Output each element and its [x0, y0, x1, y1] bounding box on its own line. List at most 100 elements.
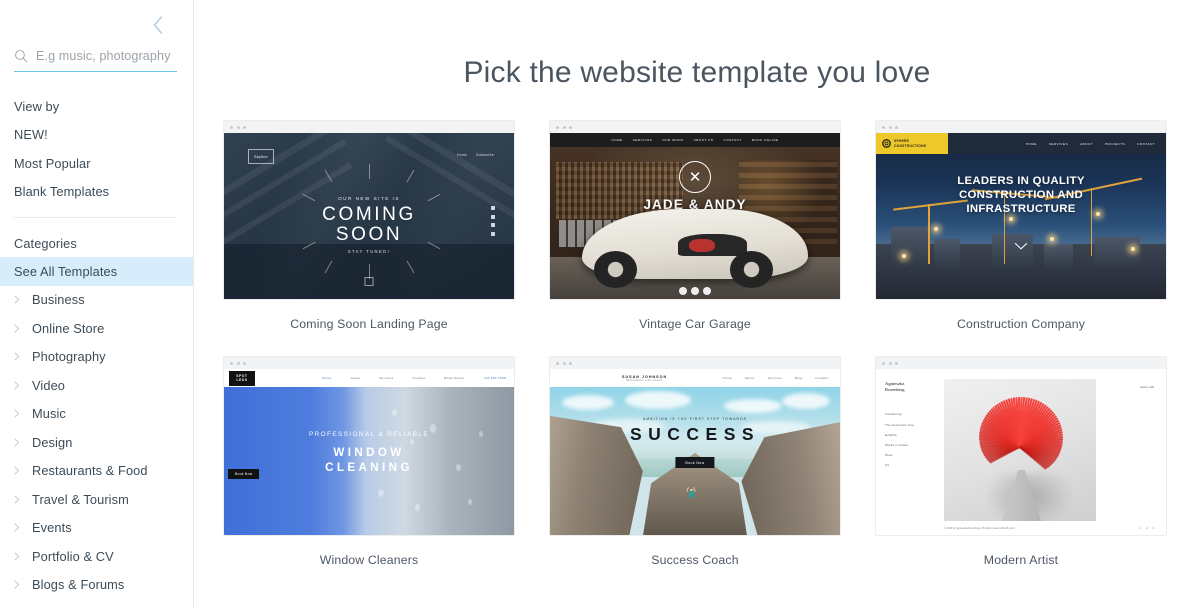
preview-background: Skyline Home Subscribe OUR NEW SITE IS C… [224, 133, 514, 299]
browser-chrome-bar [550, 121, 840, 133]
preview-subtitle: STAY TUNED! [347, 249, 391, 254]
sidebar-item-photography[interactable]: Photography [0, 343, 193, 372]
browser-dot-icon [888, 361, 892, 365]
sidebar-item-portfolio-cv[interactable]: Portfolio & CV [0, 542, 193, 571]
view-by-section: View by NEW! Most Popular Blank Template… [0, 92, 193, 206]
wrench-logo-icon: ✕ [679, 161, 711, 193]
template-picker-page: View by NEW! Most Popular Blank Template… [0, 0, 1200, 607]
sidebar-item-label: Events [32, 520, 72, 536]
preview-right-link: News / EN [1140, 385, 1154, 389]
sidebar-item-design[interactable]: Design [0, 428, 193, 457]
browser-dot-icon [562, 361, 566, 365]
template-thumbnail[interactable]: SPHERE CONSTRUCTIONS HOME SERVICES ABOUT… [875, 120, 1167, 300]
template-thumbnail[interactable]: HOME SERVICES OUR WORK ABOUT US CONTACT … [549, 120, 841, 300]
preview-background: HOME SERVICES OUR WORK ABOUT US CONTACT … [550, 133, 840, 299]
chevron-right-icon [14, 438, 27, 447]
sidebar-item-video[interactable]: Video [0, 371, 193, 400]
search-input[interactable] [36, 48, 177, 63]
sidebar-item-online-store[interactable]: Online Store [0, 314, 193, 343]
nav-item: Home [457, 153, 468, 157]
artist-name-line-1: Agnieszka [885, 381, 905, 386]
sidebar-item-most-popular[interactable]: Most Popular [0, 149, 193, 178]
nav-item: Home [722, 376, 732, 380]
sidebar-item-label: Portfolio & CV [32, 548, 114, 564]
browser-chrome-bar [876, 121, 1166, 133]
search-bar[interactable] [14, 46, 177, 72]
template-card-window-cleaners[interactable]: SPOT LESS Home About Services Contact Bo… [223, 356, 515, 592]
preview-title: SUCCESS [629, 424, 761, 444]
preview-nav: HOME SERVICES OUR WORK ABOUT US CONTACT … [550, 133, 840, 147]
sidebar-item-travel-tourism[interactable]: Travel & Tourism [0, 485, 193, 514]
template-card-success-coach[interactable]: SUSAN JOHNSON Motivation Life Coach Home… [549, 356, 841, 592]
main-content: Pick the website template you love Skyli… [194, 0, 1200, 607]
template-thumbnail[interactable]: Skyline Home Subscribe OUR NEW SITE IS C… [223, 120, 515, 300]
template-preview: Agnieszka Rosenberg Introducing The Geom… [876, 369, 1166, 535]
sidebar-item-label: See All Templates [14, 263, 118, 279]
social-icons [679, 287, 711, 295]
sidebar-item-business[interactable]: Business [0, 286, 193, 315]
browser-chrome-bar [876, 357, 1166, 369]
pinterest-icon [691, 287, 699, 295]
template-caption: Modern Artist [983, 553, 1059, 567]
chevron-right-icon [14, 523, 27, 532]
preview-pretitle: OUR NEW SITE IS [338, 196, 400, 201]
sidebar-item-label: Design [32, 434, 73, 450]
artwork-image [944, 379, 1096, 521]
preview-title-line: COMING [322, 204, 416, 225]
chevron-right-icon [14, 295, 27, 304]
sidebar-item-new[interactable]: NEW! [0, 121, 193, 150]
browser-chrome-bar [224, 357, 514, 369]
preview-nav: Home About Services Blog Contact [723, 376, 840, 380]
sidebar-item-label: Music [32, 406, 66, 422]
nav-item: CV [885, 463, 890, 468]
template-thumbnail[interactable]: Agnieszka Rosenberg Introducing The Geom… [875, 356, 1167, 536]
nav-item: Introducing [885, 412, 902, 417]
template-card-construction-company[interactable]: SPHERE CONSTRUCTIONS HOME SERVICES ABOUT… [875, 120, 1167, 356]
page-title: Pick the website template you love [463, 56, 931, 89]
nav-item: Exhibits [885, 432, 897, 437]
template-card-modern-artist[interactable]: Agnieszka Rosenberg Introducing The Geom… [875, 356, 1167, 592]
nav-item: Contact [412, 376, 426, 380]
nav-item: HOME [611, 138, 623, 142]
preview-pretitle: PROFESSIONAL & RELIABLE [308, 431, 430, 438]
nav-item: Services [767, 376, 782, 380]
sidebar-item-blank-templates[interactable]: Blank Templates [0, 178, 193, 207]
template-caption: Construction Company [956, 317, 1086, 331]
nav-item: Blog [794, 376, 803, 380]
sidebar-item-music[interactable]: Music [0, 400, 193, 429]
preview-header: SPOT LESS Home About Services Contact Bo… [224, 369, 514, 387]
template-card-vintage-car-garage[interactable]: HOME SERVICES OUR WORK ABOUT US CONTACT … [549, 120, 841, 356]
template-thumbnail[interactable]: SPOT LESS Home About Services Contact Bo… [223, 356, 515, 536]
preview-pretitle: AMBITION IS THE FIRST STEP TOWARDS [642, 417, 748, 421]
nav-item: HOME [1025, 141, 1037, 146]
sidebar-item-blogs-forums[interactable]: Blogs & Forums [0, 571, 193, 600]
template-thumbnail[interactable]: SUSAN JOHNSON Motivation Life Coach Home… [549, 356, 841, 536]
logo-line-2: LESS [236, 378, 248, 382]
preview-title: COMING SOON [224, 204, 514, 245]
sidebar-item-restaurants-food[interactable]: Restaurants & Food [0, 457, 193, 486]
nav-item: About [744, 376, 755, 380]
footer-caption: © 2023 by Agnieszka Rosenberg. Proudly c… [944, 527, 1015, 530]
chevron-right-icon [14, 495, 27, 504]
sidebar-item-label: Restaurants & Food [32, 463, 148, 479]
browser-dot-icon [569, 361, 572, 365]
template-preview: SUSAN JOHNSON Motivation Life Coach Home… [550, 369, 840, 535]
nav-item: OUR WORK [662, 138, 684, 142]
template-caption: Vintage Car Garage [639, 317, 751, 331]
logo-line-2: CONSTRUCTIONS [894, 143, 927, 148]
preview-header: SPHERE CONSTRUCTIONS HOME SERVICES ABOUT… [876, 133, 1166, 154]
chevron-left-icon[interactable] [149, 14, 167, 36]
template-preview: SPOT LESS Home About Services Contact Bo… [224, 369, 514, 535]
preview-headline: LEADERS IN QUALITY CONSTRUCTION AND INFR… [876, 175, 1166, 217]
template-caption: Coming Soon Landing Page [290, 317, 448, 331]
chevron-right-icon [14, 409, 27, 418]
nav-item: Subscribe [476, 153, 494, 157]
preview-logo: SPOT LESS [229, 370, 255, 386]
browser-dot-icon [888, 125, 892, 129]
sidebar-header [0, 0, 193, 46]
template-card-coming-soon-landing-page[interactable]: Skyline Home Subscribe OUR NEW SITE IS C… [223, 120, 515, 356]
sidebar-item-label: Video [32, 377, 65, 393]
sidebar-item-see-all-templates[interactable]: See All Templates [0, 257, 193, 286]
sidebar-item-events[interactable]: Events [0, 514, 193, 543]
sidebar-item-label: Blogs & Forums [32, 577, 125, 593]
